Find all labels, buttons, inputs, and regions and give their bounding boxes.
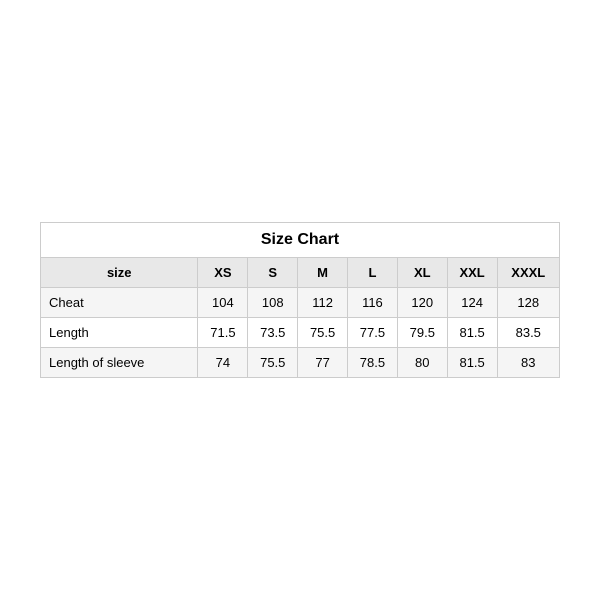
length-s: 73.5 xyxy=(248,318,298,348)
cheat-l: 116 xyxy=(348,288,398,318)
size-chart-wrapper: Size Chart size XS S M L XL XXL XXXL Che… xyxy=(40,222,560,378)
sleeve-xl: 80 xyxy=(397,348,447,378)
header-row: size XS S M L XL XXL XXXL xyxy=(41,258,560,288)
cheat-xxl: 124 xyxy=(447,288,497,318)
label-length: Length xyxy=(41,318,198,348)
cheat-xl: 120 xyxy=(397,288,447,318)
row-length: Length 71.5 73.5 75.5 77.5 79.5 81.5 83.… xyxy=(41,318,560,348)
header-m: M xyxy=(298,258,348,288)
header-xxl: XXL xyxy=(447,258,497,288)
header-l: L xyxy=(348,258,398,288)
header-xl: XL xyxy=(397,258,447,288)
title-row: Size Chart xyxy=(41,223,560,258)
label-cheat: Cheat xyxy=(41,288,198,318)
cheat-s: 108 xyxy=(248,288,298,318)
sleeve-s: 75.5 xyxy=(248,348,298,378)
cheat-m: 112 xyxy=(298,288,348,318)
row-cheat: Cheat 104 108 112 116 120 124 128 xyxy=(41,288,560,318)
sleeve-l: 78.5 xyxy=(348,348,398,378)
length-m: 75.5 xyxy=(298,318,348,348)
size-chart-table: Size Chart size XS S M L XL XXL XXXL Che… xyxy=(40,222,560,378)
sleeve-xs: 74 xyxy=(198,348,248,378)
header-s: S xyxy=(248,258,298,288)
row-sleeve: Length of sleeve 74 75.5 77 78.5 80 81.5… xyxy=(41,348,560,378)
sleeve-xxxl: 83 xyxy=(497,348,559,378)
header-xxxl: XXXL xyxy=(497,258,559,288)
length-l: 77.5 xyxy=(348,318,398,348)
table-title: Size Chart xyxy=(41,223,560,258)
length-xxxl: 83.5 xyxy=(497,318,559,348)
cheat-xxxl: 128 xyxy=(497,288,559,318)
length-xs: 71.5 xyxy=(198,318,248,348)
length-xxl: 81.5 xyxy=(447,318,497,348)
header-size: size xyxy=(41,258,198,288)
sleeve-m: 77 xyxy=(298,348,348,378)
cheat-xs: 104 xyxy=(198,288,248,318)
label-sleeve: Length of sleeve xyxy=(41,348,198,378)
header-xs: XS xyxy=(198,258,248,288)
sleeve-xxl: 81.5 xyxy=(447,348,497,378)
length-xl: 79.5 xyxy=(397,318,447,348)
